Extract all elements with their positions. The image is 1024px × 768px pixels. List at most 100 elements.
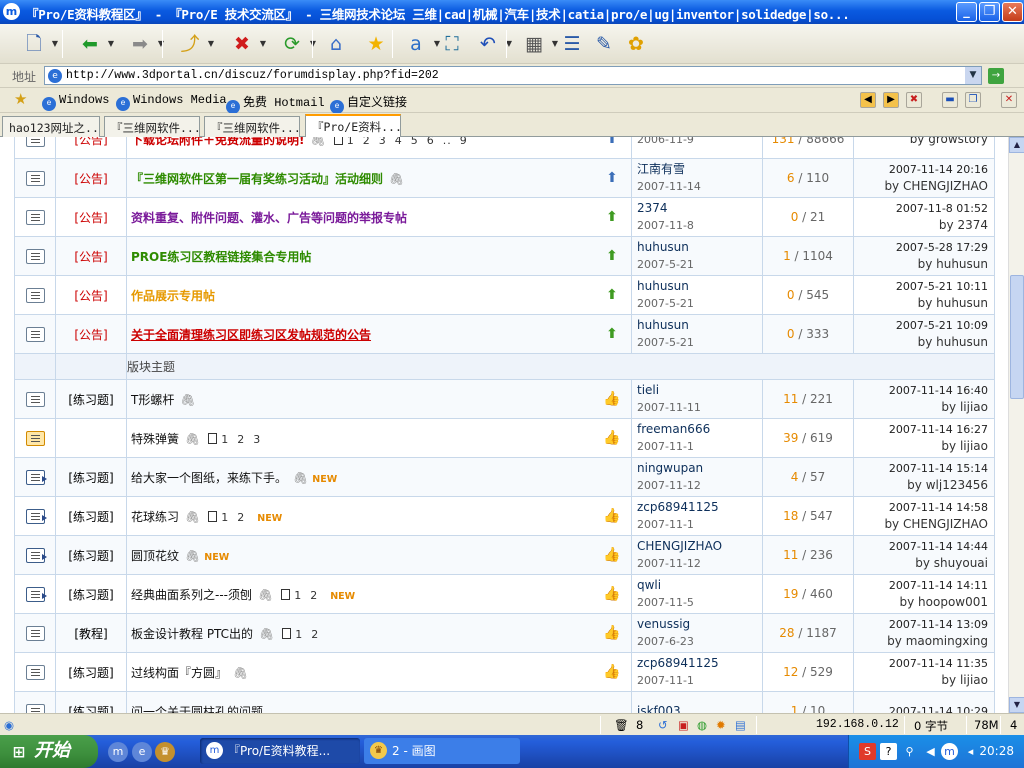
dropdown-arrow-icon[interactable]: ▼ xyxy=(52,30,58,58)
last-post-by[interactable]: by wlj123456 xyxy=(854,477,988,494)
tray-s-icon[interactable]: S xyxy=(859,743,876,760)
page-link[interactable]: 6 xyxy=(427,137,435,147)
thread-tag-cell[interactable]: [公告] xyxy=(55,158,127,198)
close-window-button[interactable]: ✕ xyxy=(1002,2,1023,22)
go-button[interactable]: → xyxy=(988,68,1004,84)
author-link[interactable]: huhusun xyxy=(637,239,762,256)
home-button[interactable]: ⌂ xyxy=(322,30,350,58)
address-dropdown-icon[interactable]: ▼ xyxy=(965,67,981,84)
quicklaunch-ie-icon[interactable]: e xyxy=(132,742,152,762)
page-link[interactable]: .. xyxy=(443,137,452,147)
undo-button[interactable]: ↶ ▼ xyxy=(474,30,512,58)
thread-row[interactable]: [练习题] 给大家一个图纸，来练下手。 🖇 NEW ningwupan 2007-11-1… xyxy=(14,457,995,497)
thread-tag-cell[interactable]: [练习题] xyxy=(55,652,127,692)
tray-network-icon[interactable]: ⚲ xyxy=(901,743,918,760)
last-post-time[interactable]: 2007-11-8 01:52 xyxy=(854,200,988,217)
thread-tag-cell[interactable]: [公告] xyxy=(55,137,127,159)
page-link[interactable]: 4 xyxy=(395,137,403,147)
thread-tag-cell[interactable] xyxy=(55,418,127,458)
thread-tag-cell[interactable]: [公告] xyxy=(55,236,127,276)
last-post-time[interactable]: 2007-11-14 14:44 xyxy=(854,538,988,555)
page-link[interactable]: 1 xyxy=(221,511,229,524)
thread-tag[interactable]: [练习题] xyxy=(68,549,113,563)
thread-title-link[interactable]: 特殊弹簧 xyxy=(131,432,179,446)
thread-tag[interactable]: [公告] xyxy=(74,289,107,303)
thread-title-link[interactable]: 过线构面『方圆』 xyxy=(131,666,227,680)
thread-tag[interactable]: [练习题] xyxy=(68,666,113,680)
last-post-by[interactable]: by maomingxing xyxy=(854,633,988,650)
thread-row[interactable]: [练习题] 问一个关于圆柱孔的问题 jskf003 1 / 10 2007-11-14 … xyxy=(14,691,995,714)
tab-minimize-icon[interactable]: ▬ xyxy=(942,92,958,108)
tray-browser-icon[interactable]: m xyxy=(941,743,958,760)
author-link[interactable]: tieli xyxy=(637,382,762,399)
plugin-button[interactable]: ✿ xyxy=(622,30,650,58)
page-link[interactable]: 2 xyxy=(237,433,245,446)
thread-tag-cell[interactable]: [练习题] xyxy=(55,691,127,714)
last-post-time[interactable]: 2007-11-14 16:40 xyxy=(854,382,988,399)
dropdown-arrow-icon[interactable]: ▼ xyxy=(108,30,114,58)
page-link[interactable]: 9 xyxy=(460,137,468,147)
thread-row[interactable]: [公告] PROE练习区教程链接集合专用帖 ⬆ huhusun 2007-5-21 1 /… xyxy=(14,236,995,276)
thread-title-link[interactable]: 作品展示专用帖 xyxy=(131,289,215,303)
tab-3d-software-2[interactable]: 『三维网软件... xyxy=(204,116,300,137)
author-link[interactable]: venussig xyxy=(637,616,762,633)
page-link[interactable]: 1 xyxy=(294,589,302,602)
page-link[interactable]: 2 xyxy=(363,137,371,147)
favorites-button[interactable]: ★ xyxy=(362,30,390,58)
window-icon[interactable]: ▤ xyxy=(735,718,746,732)
sync-icon[interactable]: ↺ xyxy=(658,718,668,732)
flow-icon[interactable]: ◍ xyxy=(697,718,707,732)
link-windows-media[interactable]: e Windows Media xyxy=(116,93,227,111)
last-post-time[interactable]: 2007-11-14 13:09 xyxy=(854,616,988,633)
last-post-by[interactable]: by lijiao xyxy=(854,399,988,416)
thread-title-link[interactable]: 给大家一个图纸，来练下手。 xyxy=(131,471,287,485)
last-post-time[interactable]: 2007-5-21 10:09 xyxy=(854,317,988,334)
address-url[interactable]: http://www.3dportal.cn/discuz/forumdispl… xyxy=(66,69,439,82)
zoom-button[interactable]: ⛶ xyxy=(438,30,466,58)
link-windows[interactable]: e Windows xyxy=(42,93,109,111)
tray-volume-icon[interactable]: ◂ xyxy=(962,743,979,760)
dropdown-arrow-icon[interactable]: ▼ xyxy=(208,30,214,58)
thread-tag[interactable]: [练习题] xyxy=(68,510,113,524)
list-button[interactable]: ☰ xyxy=(558,30,586,58)
link-custom[interactable]: e 自定义链接 xyxy=(330,93,407,114)
thread-title-link[interactable]: 问一个关于圆柱孔的问题 xyxy=(131,705,263,714)
tab-3d-software-1[interactable]: 『三维网软件... xyxy=(104,116,200,137)
thread-tag[interactable]: [公告] xyxy=(74,172,107,186)
start-button[interactable]: ⊞ 开始 xyxy=(0,735,98,768)
thread-tag[interactable]: [公告] xyxy=(74,250,107,264)
author-link[interactable]: freeman666 xyxy=(637,421,762,438)
thread-tag[interactable]: [练习题] xyxy=(68,705,113,714)
vertical-scrollbar[interactable]: ▲ ▼ xyxy=(1008,137,1024,713)
up-button[interactable]: ⤴ ▼ xyxy=(176,30,214,58)
thread-title-link[interactable]: PROE练习区教程链接集合专用帖 xyxy=(131,250,311,264)
author-link[interactable]: CHENGJIZHAO xyxy=(637,538,762,555)
tray-arrow-icon[interactable]: ◀ xyxy=(922,743,939,760)
last-post-by[interactable]: by lijiao xyxy=(854,438,988,455)
thread-tag-cell[interactable]: [公告] xyxy=(55,197,127,237)
author-link[interactable]: huhusun xyxy=(637,317,762,334)
page-links[interactable]: 12 xyxy=(281,588,326,602)
last-post-time[interactable]: 2007-11-14 20:16 xyxy=(854,161,988,178)
page-link[interactable]: 2 xyxy=(237,511,245,524)
thread-row[interactable]: [练习题] 过线构面『方圆』 🖇 👍 zcp68941125 2007-11-1 12 / … xyxy=(14,652,995,692)
thread-tag-cell[interactable]: [教程] xyxy=(55,613,127,653)
last-post-by[interactable]: by growstory xyxy=(854,137,988,148)
task-paint[interactable]: ♛ 2 - 画图 xyxy=(364,738,520,764)
page-link[interactable]: 3 xyxy=(379,137,387,147)
thread-row[interactable]: [公告] 作品展示专用帖 ⬆ huhusun 2007-5-21 0 / 545 2007-… xyxy=(14,275,995,315)
thread-title-link[interactable]: 花球练习 xyxy=(131,510,179,524)
quicklaunch-browser-icon[interactable]: m xyxy=(108,742,128,762)
author-link[interactable]: 江南有雪 xyxy=(637,161,762,178)
thread-tag-cell[interactable]: [公告] xyxy=(55,275,127,315)
tab-next-icon[interactable]: ▶ xyxy=(883,92,899,108)
author-link[interactable]: ningwupan xyxy=(637,460,762,477)
tab-prev-icon[interactable]: ◀ xyxy=(860,92,876,108)
gear-icon[interactable]: ✹ xyxy=(716,718,726,732)
new-page-button[interactable]: 🗋 ▼ xyxy=(20,30,58,58)
author-link[interactable]: zcp68941125 xyxy=(637,499,762,516)
link-hotmail[interactable]: e 免费 Hotmail xyxy=(226,93,325,114)
thread-tag[interactable]: [公告] xyxy=(74,328,107,342)
thread-tag-cell[interactable]: [练习题] xyxy=(55,496,127,536)
favorites-star-icon[interactable]: ★ xyxy=(14,90,27,108)
